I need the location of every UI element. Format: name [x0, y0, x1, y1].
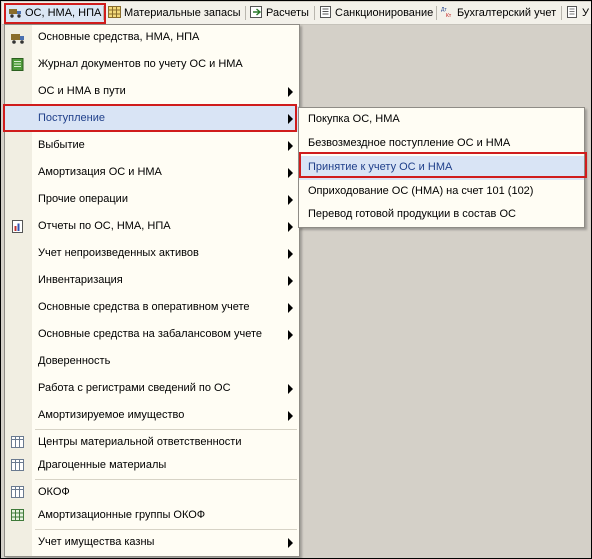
grid-green-icon: [11, 509, 25, 522]
menubar-item-sanctioning[interactable]: Санкционирование: [319, 4, 433, 22]
submenu-arrow-icon: [288, 141, 293, 151]
truck-icon: [9, 6, 22, 18]
menu-item-label: Учет имущества казны: [38, 536, 155, 548]
menubar-item-more[interactable]: У: [566, 4, 589, 22]
menu-item-label: ОС и НМА в пути: [38, 85, 126, 97]
menu-item-registers[interactable]: Работа с регистрами сведений по ОС: [5, 376, 299, 402]
calc-icon: [250, 6, 263, 18]
submenu-arrow-icon: [288, 249, 293, 259]
submenu-arrow-icon: [288, 330, 293, 340]
menubar-separator: [436, 6, 437, 20]
menu-item-label: Амортизационные группы ОКОФ: [38, 509, 206, 521]
menubar-separator: [314, 6, 315, 20]
menu-item-treasury-property[interactable]: Учет имущества казны: [5, 530, 299, 556]
menu-item-in-transit[interactable]: ОС и НМА в пути: [5, 79, 299, 105]
journal-icon: [11, 58, 25, 71]
table-icon: [11, 436, 25, 449]
menu-item-label: Учет непроизведенных активов: [38, 247, 199, 259]
menu-item-label: Работа с регистрами сведений по ОС: [38, 382, 231, 394]
menu-item-label: Амортизация ОС и НМА: [38, 166, 162, 178]
menubar-item-calculations[interactable]: Расчеты: [250, 4, 309, 22]
table-icon: [11, 459, 25, 472]
submenu-arrow-icon: [288, 276, 293, 286]
menu-item-inventory[interactable]: Инвентаризация: [5, 268, 299, 294]
submenu-item-label: Покупка ОС, НМА: [308, 113, 400, 125]
dt-kt-icon: Дт Кт: [441, 6, 454, 19]
menu-item-nonproduced-assets[interactable]: Учет непроизведенных активов: [5, 241, 299, 267]
menubar-separator: [103, 6, 104, 20]
submenu-item-transfer[interactable]: Перевод готовой продукции в состав ОС: [299, 204, 584, 226]
menu-item-label: Основные средства, НМА, НПА: [38, 31, 200, 43]
submenu-item-label: Перевод готовой продукции в состав ОС: [308, 208, 516, 220]
menubar-label: Материальные запасы: [124, 7, 241, 19]
menu-item-label: Выбытие: [38, 139, 85, 151]
menu-item-disposal[interactable]: Выбытие: [5, 133, 299, 159]
menu-item-label: Прочие операции: [38, 193, 128, 205]
menu-item-fixed-assets[interactable]: Основные средства, НМА, НПА: [5, 25, 299, 51]
truck-icon: [11, 31, 25, 44]
menubar-label: Санкционирование: [335, 7, 434, 19]
menubar-label: У: [582, 7, 589, 19]
menubar-item-materials[interactable]: Материальные запасы: [108, 4, 241, 22]
submenu-arrow-icon: [288, 87, 293, 97]
report-icon: [11, 220, 25, 233]
menu-item-label: Основные средства на забалансовом учете: [38, 328, 262, 340]
report-icon: [566, 6, 579, 18]
menu-item-other-operations[interactable]: Прочие операции: [5, 187, 299, 213]
submenu-arrow-icon: [288, 411, 293, 421]
menu-item-reports[interactable]: Отчеты по ОС, НМА, НПА: [5, 214, 299, 240]
menu-item-label: Инвентаризация: [38, 274, 123, 286]
menubar-item-accounting[interactable]: Дт Кт Бухгалтерский учет: [441, 4, 556, 22]
svg-text:Кт: Кт: [446, 13, 452, 18]
annotation-highlight-receipt: [3, 104, 297, 132]
table-icon: [11, 486, 25, 499]
menu-item-label: Основные средства в оперативном учете: [38, 301, 250, 313]
menubar-label: Бухгалтерский учет: [457, 7, 557, 19]
menu-item-label: Журнал документов по учету ОС и НМА: [38, 58, 243, 70]
menubar-label: ОС, НМА, НПА: [25, 7, 102, 19]
submenu-arrow-icon: [288, 195, 293, 205]
app-window: ОС, НМА, НПА Материальные запасы Расчеты…: [0, 0, 592, 559]
menu-item-off-balance[interactable]: Основные средства на забалансовом учете: [5, 322, 299, 348]
menubar-separator: [561, 6, 562, 20]
menu-item-label: Драгоценные материалы: [38, 459, 167, 471]
menu-item-power-of-attorney[interactable]: Доверенность: [5, 349, 299, 375]
menu-item-label: Центры материальной ответственности: [38, 436, 242, 448]
menubar-item-os-nma-npa[interactable]: ОС, НМА, НПА: [4, 3, 107, 24]
main-menubar: ОС, НМА, НПА Материальные запасы Расчеты…: [2, 2, 591, 25]
menu-item-precious-materials[interactable]: Драгоценные материалы: [5, 453, 299, 479]
menu-item-depreciable-property[interactable]: Амортизируемое имущество: [5, 403, 299, 429]
menu-item-label: ОКОФ: [38, 486, 70, 498]
menu-item-operational-accounting[interactable]: Основные средства в оперативном учете: [5, 295, 299, 321]
submenu-item-label: Безвозмездное поступление ОС и НМА: [308, 137, 511, 149]
menubar-label: Расчеты: [266, 7, 309, 19]
submenu-item-capitalization[interactable]: Оприходование ОС (НМА) на счет 101 (102): [299, 180, 584, 204]
submenu-arrow-icon: [288, 538, 293, 548]
submenu-item-label: Оприходование ОС (НМА) на счет 101 (102): [308, 185, 534, 197]
annotation-highlight-acceptance: [299, 152, 587, 178]
submenu-arrow-icon: [288, 222, 293, 232]
menu-item-label: Отчеты по ОС, НМА, НПА: [38, 220, 171, 232]
menu-item-okof-groups[interactable]: Амортизационные группы ОКОФ: [5, 503, 299, 529]
menubar-separator: [245, 6, 246, 20]
menu-item-document-journal[interactable]: Журнал документов по учету ОС и НМА: [5, 52, 299, 78]
doc-list-icon: [319, 6, 332, 18]
submenu-arrow-icon: [288, 384, 293, 394]
submenu-item-purchase[interactable]: Покупка ОС, НМА: [299, 108, 584, 132]
grid-icon: [108, 6, 121, 18]
menu-item-label: Доверенность: [38, 355, 111, 367]
menu-item-depreciation[interactable]: Амортизация ОС и НМА: [5, 160, 299, 186]
submenu-arrow-icon: [288, 168, 293, 178]
submenu-arrow-icon: [288, 303, 293, 313]
menu-item-label: Амортизируемое имущество: [38, 409, 185, 421]
